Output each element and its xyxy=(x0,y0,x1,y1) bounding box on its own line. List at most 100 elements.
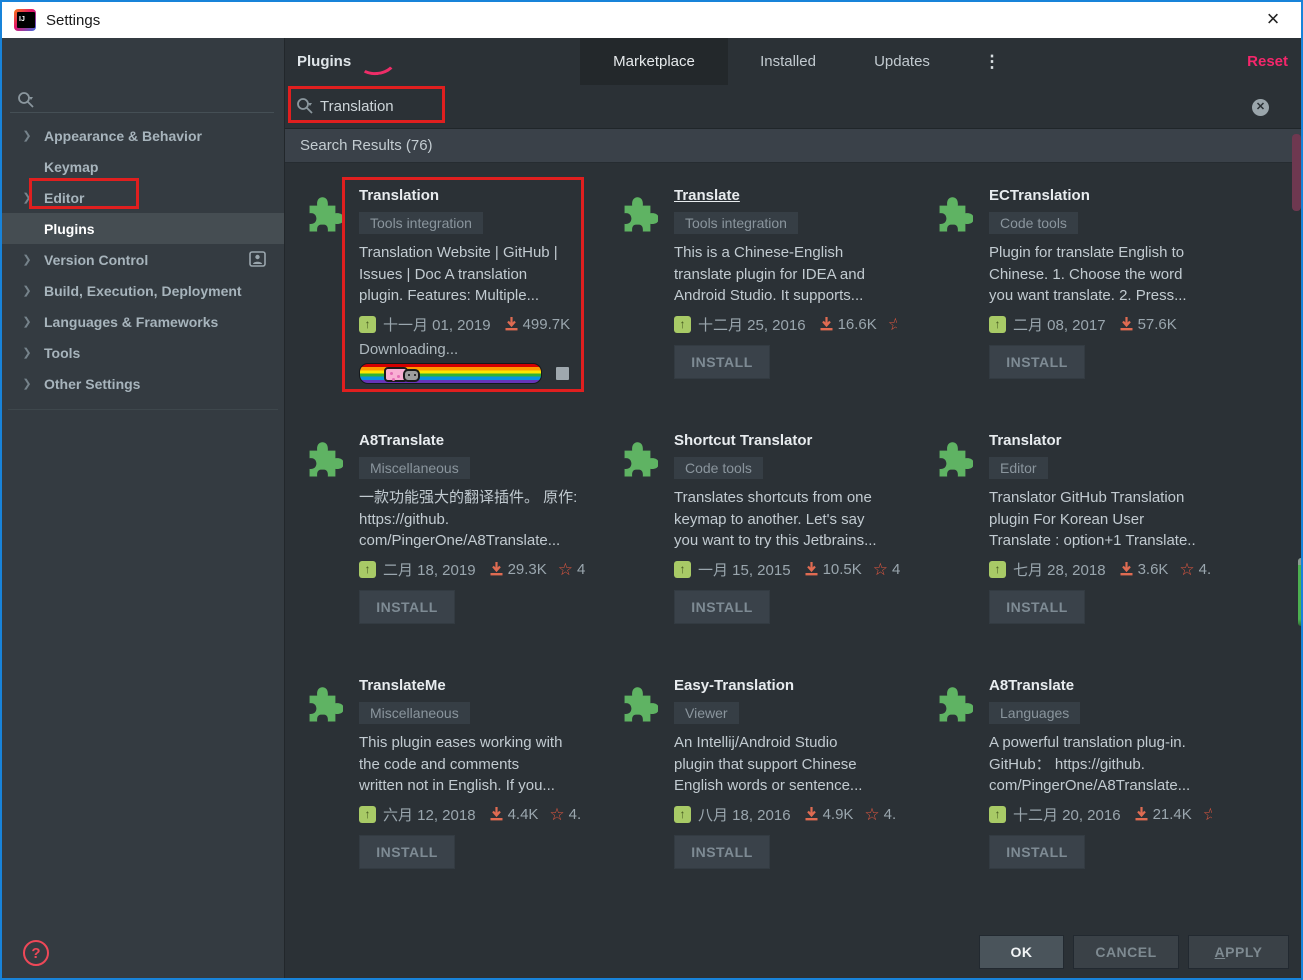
plugin-name[interactable]: A8Translate xyxy=(989,677,1074,694)
downloads-icon xyxy=(505,317,518,331)
sidebar: ❯ Appearance & Behavior Keymap ❯ Editor … xyxy=(2,38,285,978)
plugin-puzzle-icon xyxy=(624,687,658,722)
plugin-description: Plugin for translate English to Chinese.… xyxy=(989,244,1187,304)
plugin-category-tag[interactable]: Languages xyxy=(989,702,1081,724)
plugin-description: 一款功能强大的翻译插件。 原作: https://github. com/Pin… xyxy=(359,489,578,549)
plugin-name[interactable]: TranslateMe xyxy=(359,677,446,694)
more-options-kebab-icon[interactable]: ⋮ xyxy=(980,38,1004,85)
plugin-puzzle-icon xyxy=(309,687,343,722)
close-button[interactable]: × xyxy=(1257,4,1289,36)
plugin-category-tag[interactable]: Editor xyxy=(989,457,1048,479)
apply-button[interactable]: APPLY xyxy=(1188,935,1289,969)
install-button[interactable]: INSTALL xyxy=(674,834,770,869)
downloads-icon xyxy=(1120,562,1133,576)
plugin-category-tag[interactable]: Code tools xyxy=(989,212,1078,234)
plugin-name[interactable]: A8Translate xyxy=(359,432,444,449)
plugin-name[interactable]: Shortcut Translator xyxy=(674,432,812,449)
plugin-stats-row: ↑ 七月 28, 2018 3.6K ☆ 4. xyxy=(989,559,1227,580)
install-button[interactable]: INSTALL xyxy=(359,589,455,624)
sidebar-item-build-execution-deployment[interactable]: ❯ Build, Execution, Deployment xyxy=(2,275,284,306)
sidebar-item-editor[interactable]: ❯ Editor xyxy=(2,182,284,213)
star-icon: ☆ xyxy=(557,559,574,579)
install-button[interactable]: INSTALL xyxy=(989,834,1085,869)
chevron-right-icon[interactable]: ❯ xyxy=(16,315,38,328)
plugin-rating: 4 xyxy=(577,560,586,578)
plugin-category-tag[interactable]: Tools integration xyxy=(359,212,483,234)
plugin-card: Shortcut Translator Code tools Translate… xyxy=(600,408,915,653)
sidebar-item-label: Build, Execution, Deployment xyxy=(44,282,242,299)
download-progress-bar xyxy=(359,362,542,384)
edge-green-bar xyxy=(1298,558,1301,626)
plugin-update-date: 一月 15, 2015 xyxy=(698,561,791,579)
install-button[interactable]: INSTALL xyxy=(674,344,770,379)
plugin-name[interactable]: Easy-Translation xyxy=(674,677,794,694)
plugin-update-date: 二月 18, 2019 xyxy=(383,561,476,579)
install-button[interactable]: INSTALL xyxy=(989,344,1085,379)
star-icon: ☆ xyxy=(549,804,565,824)
plugin-rating: 4. xyxy=(568,805,582,823)
star-icon: ☆ xyxy=(888,316,897,333)
chevron-right-icon[interactable]: ❯ xyxy=(16,346,38,359)
plugin-description: This plugin eases working with the code … xyxy=(359,734,563,794)
plugin-downloads: 4.4K xyxy=(507,805,539,823)
stop-download-button[interactable] xyxy=(556,366,569,380)
plugin-puzzle-icon xyxy=(309,442,343,477)
plugin-update-date: 十一月 01, 2019 xyxy=(383,316,491,334)
intellij-logo-icon xyxy=(14,9,36,31)
sidebar-item-label: Version Control xyxy=(44,251,149,268)
tab-updates[interactable]: Updates xyxy=(858,38,946,85)
install-button[interactable]: INSTALL xyxy=(989,589,1085,624)
plugin-puzzle-icon xyxy=(939,442,973,477)
plugin-category-tag[interactable]: Code tools xyxy=(674,457,763,479)
plugin-search-input[interactable]: Translation xyxy=(320,85,394,129)
plugin-name[interactable]: Translation xyxy=(359,187,439,204)
download-progress-block: Downloading... xyxy=(359,341,597,384)
sidebar-item-keymap[interactable]: Keymap xyxy=(2,151,284,182)
downloads-icon xyxy=(805,562,818,576)
chevron-right-icon[interactable]: ❯ xyxy=(16,253,38,266)
sidebar-item-other-settings[interactable]: ❯ Other Settings xyxy=(2,368,284,399)
ok-button[interactable]: OK xyxy=(979,935,1064,969)
chevron-right-icon[interactable]: ❯ xyxy=(16,191,38,204)
plugin-name[interactable]: Translate xyxy=(674,187,740,204)
plugin-grid: Translation Tools integration Translatio… xyxy=(285,163,1230,898)
chevron-right-icon[interactable]: ❯ xyxy=(16,129,38,142)
sidebar-item-appearance-behavior[interactable]: ❯ Appearance & Behavior xyxy=(2,120,284,151)
tab-marketplace[interactable]: Marketplace xyxy=(580,38,728,85)
chevron-right-icon[interactable]: ❯ xyxy=(16,377,38,390)
plugin-update-date: 七月 28, 2018 xyxy=(1013,561,1106,579)
install-button[interactable]: INSTALL xyxy=(359,834,455,869)
clear-search-button[interactable]: ✕ xyxy=(1252,99,1269,116)
sidebar-search-icon[interactable] xyxy=(16,90,36,110)
cancel-button[interactable]: CANCEL xyxy=(1073,935,1179,969)
plugin-category-tag[interactable]: Miscellaneous xyxy=(359,702,470,724)
plugin-puzzle-icon xyxy=(309,197,343,232)
help-button[interactable]: ? xyxy=(23,940,49,966)
plugin-name[interactable]: Translator xyxy=(989,432,1062,449)
install-button[interactable]: INSTALL xyxy=(674,589,770,624)
plugin-category-tag[interactable]: Tools integration xyxy=(674,212,798,234)
sidebar-item-languages-frameworks[interactable]: ❯ Languages & Frameworks xyxy=(2,306,284,337)
plugin-name[interactable]: ECTranslation xyxy=(989,187,1090,204)
search-results-count: Search Results (76) xyxy=(300,137,433,154)
plugin-stats-row: ↑ 六月 12, 2018 4.4K ☆ 4. xyxy=(359,804,597,825)
plugin-category-tag[interactable]: Miscellaneous xyxy=(359,457,470,479)
update-date-icon: ↑ xyxy=(359,560,376,578)
plugin-stats-row: ↑ 二月 08, 2017 57.6K ☆ xyxy=(989,314,1227,335)
sidebar-item-label: Tools xyxy=(44,344,81,361)
reset-button[interactable]: Reset xyxy=(1247,38,1288,85)
plugin-stats-row: ↑ 十一月 01, 2019 499.7K ☆ xyxy=(359,314,597,335)
sidebar-item-tools[interactable]: ❯ Tools xyxy=(2,337,284,368)
scrollbar-thumb[interactable] xyxy=(1292,134,1301,211)
chevron-right-icon[interactable]: ❯ xyxy=(16,284,38,297)
sidebar-item-plugins[interactable]: Plugins xyxy=(2,213,284,244)
tab-installed[interactable]: Installed xyxy=(744,38,832,85)
plugin-stats-row: ↑ 二月 18, 2019 29.3K ☆ 4 xyxy=(359,559,597,580)
plugin-card: ECTranslation Code tools Plugin for tran… xyxy=(915,163,1230,408)
sidebar-item-version-control[interactable]: ❯ Version Control xyxy=(2,244,284,275)
plugin-stats-row: ↑ 十二月 20, 2016 21.4K ☆ xyxy=(989,804,1227,825)
plugin-downloads: 21.4K xyxy=(1152,805,1192,823)
update-date-icon: ↑ xyxy=(989,805,1006,823)
plugin-category-tag[interactable]: Viewer xyxy=(674,702,739,724)
plugin-card: Translation Tools integration Translatio… xyxy=(285,163,600,408)
